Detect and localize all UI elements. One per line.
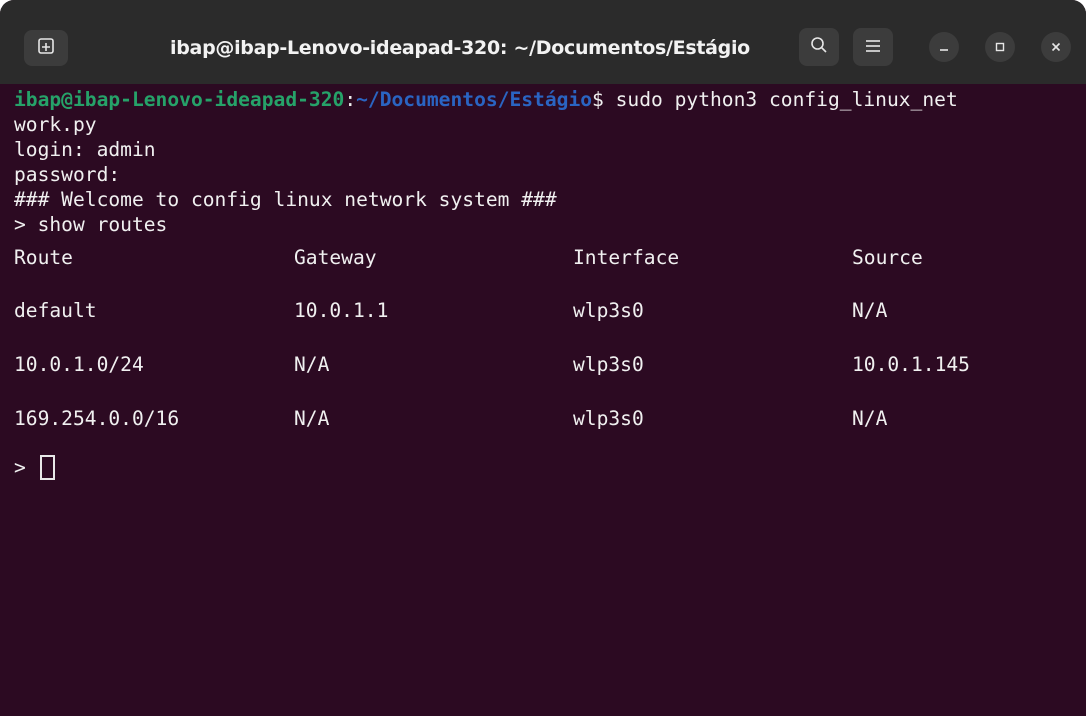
new-tab-icon xyxy=(36,36,56,60)
cell-interface: wlp3s0 xyxy=(573,407,644,430)
cell-source: N/A xyxy=(852,299,888,322)
text-cursor[interactable] xyxy=(40,455,55,480)
minimize-icon xyxy=(938,38,950,57)
cell-interface: wlp3s0 xyxy=(573,299,644,322)
prompt-separator: : xyxy=(344,88,357,111)
cell-gateway: N/A xyxy=(294,353,330,376)
header-interface: Interface xyxy=(573,246,680,269)
prompt-dollar: $ xyxy=(592,88,604,111)
command-text-continued: work.py xyxy=(14,113,97,136)
cell-route: 169.254.0.0/16 xyxy=(14,407,180,430)
close-button[interactable] xyxy=(1041,32,1071,62)
cell-gateway: 10.0.1.1 xyxy=(294,299,389,322)
close-icon xyxy=(1050,38,1062,57)
header-gateway: Gateway xyxy=(294,246,377,269)
login-line: login: admin xyxy=(14,138,156,161)
show-routes-command: > show routes xyxy=(14,213,168,236)
cell-source: 10.0.1.145 xyxy=(852,353,970,376)
terminal-window: ibap@ibap-Lenovo-ideapad-320: ~/Document… xyxy=(0,0,1086,716)
welcome-line: ### Welcome to config linux network syst… xyxy=(14,188,557,211)
terminal-output[interactable]: ibap@ibap-Lenovo-ideapad-320:~/Documento… xyxy=(0,84,1086,716)
new-tab-button[interactable] xyxy=(24,30,68,66)
header-source: Source xyxy=(852,246,923,269)
cell-source: N/A xyxy=(852,407,888,430)
cell-route: 10.0.1.0/24 xyxy=(14,353,144,376)
command-text: sudo python3 config_linux_net xyxy=(603,88,958,111)
search-button[interactable] xyxy=(799,28,839,66)
cell-route: default xyxy=(14,299,97,322)
maximize-button[interactable] xyxy=(985,32,1015,62)
input-prompt: > xyxy=(14,456,26,479)
hamburger-menu-icon xyxy=(865,38,881,57)
minimize-button[interactable] xyxy=(929,32,959,62)
header-route: Route xyxy=(14,246,73,269)
prompt-command-line: ibap@ibap-Lenovo-ideapad-320:~/Documento… xyxy=(14,88,958,112)
menu-button[interactable] xyxy=(853,28,893,66)
title-bar[interactable]: ibap@ibap-Lenovo-ideapad-320: ~/Document… xyxy=(0,0,1086,84)
cell-interface: wlp3s0 xyxy=(573,353,644,376)
cell-gateway: N/A xyxy=(294,407,330,430)
search-icon xyxy=(810,36,828,58)
window-title: ibap@ibap-Lenovo-ideapad-320: ~/Document… xyxy=(170,37,750,59)
password-line: password: xyxy=(14,163,121,186)
maximize-icon xyxy=(994,38,1006,57)
prompt-user: ibap@ibap-Lenovo-ideapad-320 xyxy=(14,88,345,111)
prompt-path: ~/Documentos/Estágio xyxy=(356,88,593,111)
